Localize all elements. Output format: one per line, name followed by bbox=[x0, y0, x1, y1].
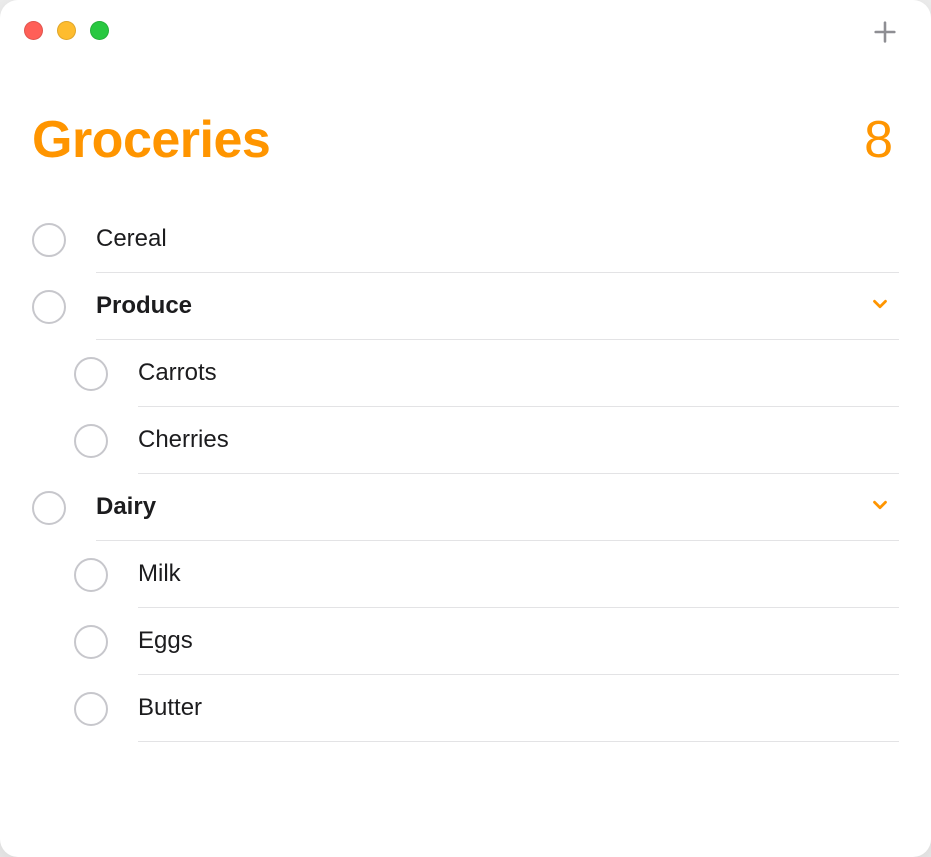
minimize-button[interactable] bbox=[57, 21, 76, 40]
complete-toggle[interactable] bbox=[74, 424, 108, 458]
reminder-group-label: Produce bbox=[96, 292, 192, 320]
reminder-group[interactable]: Produce bbox=[32, 273, 899, 340]
zoom-button[interactable] bbox=[90, 21, 109, 40]
reminder-subitem[interactable]: Milk bbox=[32, 541, 899, 608]
reminder-row-body: Eggs bbox=[138, 608, 899, 675]
reminder-label: Cherries bbox=[138, 426, 229, 454]
chevron-down-icon bbox=[869, 494, 891, 521]
reminder-row-body: Butter bbox=[138, 675, 899, 742]
collapse-toggle[interactable] bbox=[869, 293, 891, 320]
complete-toggle[interactable] bbox=[32, 290, 66, 324]
reminder-subitem[interactable]: Carrots bbox=[32, 340, 899, 407]
list-content: Groceries 8 Cereal Produce bbox=[0, 0, 931, 742]
complete-toggle[interactable] bbox=[74, 357, 108, 391]
list-header: Groceries 8 bbox=[32, 110, 899, 170]
reminder-label: Cereal bbox=[96, 225, 167, 253]
collapse-toggle[interactable] bbox=[869, 494, 891, 521]
titlebar bbox=[0, 0, 931, 60]
reminder-label: Eggs bbox=[138, 627, 193, 655]
reminder-row-body: Milk bbox=[138, 541, 899, 608]
reminder-row-body: Cereal bbox=[96, 206, 899, 273]
reminder-subitem[interactable]: Butter bbox=[32, 675, 899, 742]
list-count: 8 bbox=[864, 110, 893, 170]
reminder-list: Cereal Produce bbox=[32, 206, 899, 742]
reminder-item[interactable]: Cereal bbox=[32, 206, 899, 273]
reminder-row-body: Produce bbox=[96, 273, 899, 340]
reminder-subitem[interactable]: Eggs bbox=[32, 608, 899, 675]
plus-icon bbox=[871, 18, 899, 51]
traffic-lights bbox=[24, 21, 109, 40]
reminders-window: Groceries 8 Cereal Produce bbox=[0, 0, 931, 857]
reminder-label: Carrots bbox=[138, 359, 217, 387]
complete-toggle[interactable] bbox=[32, 491, 66, 525]
reminder-subitem[interactable]: Cherries bbox=[32, 407, 899, 474]
complete-toggle[interactable] bbox=[74, 692, 108, 726]
close-button[interactable] bbox=[24, 21, 43, 40]
add-reminder-button[interactable] bbox=[865, 14, 905, 54]
reminder-row-body: Dairy bbox=[96, 474, 899, 541]
chevron-down-icon bbox=[869, 293, 891, 320]
reminder-group-label: Dairy bbox=[96, 493, 156, 521]
complete-toggle[interactable] bbox=[32, 223, 66, 257]
reminder-group[interactable]: Dairy bbox=[32, 474, 899, 541]
reminder-label: Butter bbox=[138, 694, 202, 722]
reminder-row-body: Cherries bbox=[138, 407, 899, 474]
complete-toggle[interactable] bbox=[74, 625, 108, 659]
list-title: Groceries bbox=[32, 110, 270, 170]
reminder-row-body: Carrots bbox=[138, 340, 899, 407]
complete-toggle[interactable] bbox=[74, 558, 108, 592]
reminder-label: Milk bbox=[138, 560, 181, 588]
